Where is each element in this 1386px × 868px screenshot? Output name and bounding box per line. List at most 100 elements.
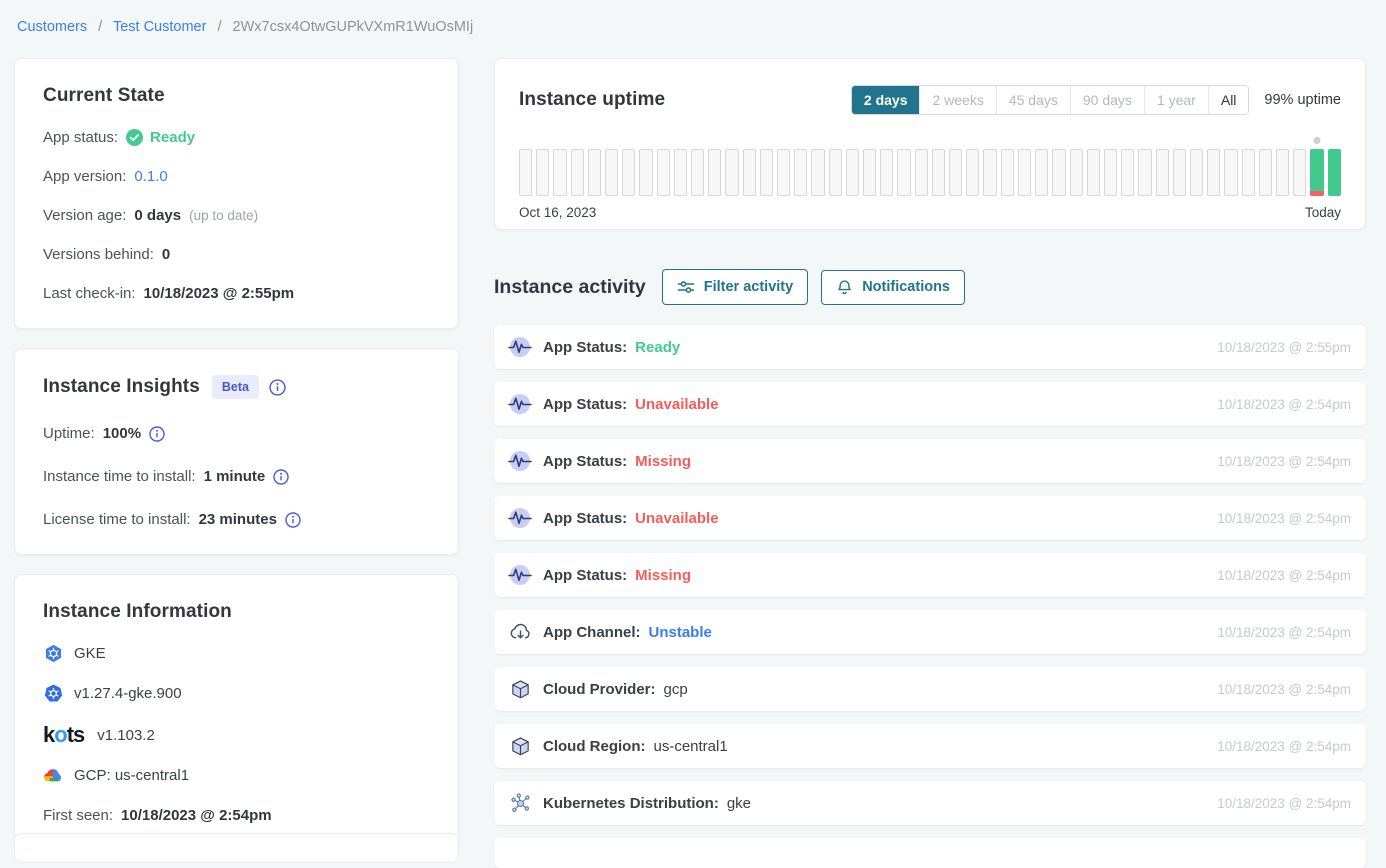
activity-row[interactable]: App Status: Unavailable 10/18/2023 @ 2:5… <box>494 382 1366 426</box>
range-2-days-button[interactable]: 2 days <box>852 86 921 114</box>
uptime-bar-no-data[interactable] <box>760 149 773 196</box>
breadcrumb-test-customer-link[interactable]: Test Customer <box>113 19 206 35</box>
activity-row-value: Ready <box>635 339 680 356</box>
kots-logo-o: o <box>54 722 66 747</box>
uptime-bar-no-data[interactable] <box>777 149 790 196</box>
activity-row[interactable]: Cloud Provider: gcp 10/18/2023 @ 2:54pm <box>494 667 1366 711</box>
uptime-bar-no-data[interactable] <box>639 149 652 196</box>
uptime-bar-no-data[interactable] <box>863 149 876 196</box>
uptime-bar-no-data[interactable] <box>1190 149 1203 196</box>
uptime-bar-no-data[interactable] <box>588 149 601 196</box>
uptime-bar-no-data[interactable] <box>1018 149 1031 196</box>
uptime-bar-no-data[interactable] <box>691 149 704 196</box>
uptime-bar-no-data[interactable] <box>1259 149 1272 196</box>
info-icon[interactable] <box>285 512 301 528</box>
uptime-bar-no-data[interactable] <box>983 149 996 196</box>
uptime-bar-no-data[interactable] <box>1224 149 1237 196</box>
activity-row[interactable]: App Status: Missing 10/18/2023 @ 2:54pm <box>494 553 1366 597</box>
uptime-bar-no-data[interactable] <box>1293 149 1306 196</box>
instance-tti-row: Instance time to install: 1 minute <box>43 468 430 485</box>
uptime-bar-no-data[interactable] <box>1242 149 1255 196</box>
range-1-year-button[interactable]: 1 year <box>1145 86 1209 114</box>
uptime-bar-no-data[interactable] <box>897 149 910 196</box>
instance-insights-title: Instance Insights <box>43 376 200 398</box>
uptime-bar-no-data[interactable] <box>519 149 532 196</box>
cluster-icon <box>506 792 534 815</box>
breadcrumb-customers-link[interactable]: Customers <box>17 19 87 35</box>
uptime-bar-no-data[interactable] <box>846 149 859 196</box>
first-seen-row: First seen: 10/18/2023 @ 2:54pm <box>43 807 430 824</box>
uptime-bar-no-data[interactable] <box>1173 149 1186 196</box>
uptime-bar-no-data[interactable] <box>571 149 584 196</box>
app-version-label: App version: <box>43 168 126 185</box>
info-icon[interactable] <box>149 426 165 442</box>
uptime-bar-no-data[interactable] <box>605 149 618 196</box>
range-90-days-button[interactable]: 90 days <box>1071 86 1145 114</box>
range-2-weeks-button[interactable]: 2 weeks <box>920 86 996 114</box>
uptime-bar-no-data[interactable] <box>1104 149 1117 196</box>
app-version-link[interactable]: 0.1.0 <box>134 168 167 185</box>
range-all-button[interactable]: All <box>1209 86 1249 114</box>
uptime-bar-no-data[interactable] <box>794 149 807 196</box>
uptime-bar-no-data[interactable] <box>915 149 928 196</box>
uptime-bar-no-data[interactable] <box>811 149 824 196</box>
uptime-bar-no-data[interactable] <box>1001 149 1014 196</box>
uptime-bar-no-data[interactable] <box>536 149 549 196</box>
uptime-bar-no-data[interactable] <box>553 149 566 196</box>
uptime-bar-up-with-downtime[interactable] <box>1310 149 1323 196</box>
uptime-bar-no-data[interactable] <box>1035 149 1048 196</box>
uptime-bar-up[interactable] <box>1328 149 1341 196</box>
uptime-bar-no-data[interactable] <box>622 149 635 196</box>
last-checkin-label: Last check-in: <box>43 285 136 302</box>
activity-row-label: App Status: <box>543 453 627 470</box>
uptime-bar-no-data[interactable] <box>1138 149 1151 196</box>
pulse-icon <box>506 391 534 417</box>
activity-list: App Status: Ready 10/18/2023 @ 2:55pm Ap… <box>494 325 1366 868</box>
kots-version-row: kots v1.103.2 <box>43 724 430 746</box>
uptime-bar-no-data[interactable] <box>880 149 893 196</box>
breadcrumb-instance-id: 2Wx7csx4OtwGUPkVXmR1WuOsMIj <box>233 19 474 35</box>
uptime-bar-no-data[interactable] <box>1121 149 1134 196</box>
activity-row[interactable]: App Status: Unavailable 10/18/2023 @ 2:5… <box>494 496 1366 540</box>
uptime-insight-row: Uptime: 100% <box>43 425 430 442</box>
activity-row[interactable]: App Channel: Unstable 10/18/2023 @ 2:54p… <box>494 610 1366 654</box>
notifications-button[interactable]: Notifications <box>821 270 965 305</box>
activity-row[interactable]: Kubernetes Distribution: gke 10/18/2023 … <box>494 781 1366 825</box>
activity-row-timestamp: 10/18/2023 @ 2:54pm <box>1217 625 1351 640</box>
package-icon <box>506 735 534 758</box>
filter-activity-button[interactable]: Filter activity <box>662 269 808 305</box>
uptime-bar-no-data[interactable] <box>1156 149 1169 196</box>
activity-row-label: App Status: <box>543 396 627 413</box>
uptime-bar-chart[interactable] <box>519 149 1341 196</box>
range-45-days-button[interactable]: 45 days <box>997 86 1071 114</box>
version-age-row: Version age: 0 days (up to date) <box>43 207 430 224</box>
uptime-bar-no-data[interactable] <box>1070 149 1083 196</box>
activity-row[interactable]: App Status: Missing 10/18/2023 @ 2:54pm <box>494 439 1366 483</box>
breadcrumb-separator: / <box>217 19 221 35</box>
uptime-bar-no-data[interactable] <box>674 149 687 196</box>
uptime-bar-no-data[interactable] <box>949 149 962 196</box>
activity-header: Instance activity Filter activity Notifi… <box>494 269 965 305</box>
uptime-bar-no-data[interactable] <box>1276 149 1289 196</box>
uptime-bar-no-data[interactable] <box>966 149 979 196</box>
activity-row-timestamp: 10/18/2023 @ 2:54pm <box>1217 397 1351 412</box>
activity-row[interactable]: App Status: Ready 10/18/2023 @ 2:55pm <box>494 325 1366 369</box>
uptime-bar-no-data[interactable] <box>725 149 738 196</box>
uptime-bar-no-data[interactable] <box>1087 149 1100 196</box>
instance-information-title: Instance Information <box>43 601 430 623</box>
cloud-location: GCP: us-central1 <box>74 767 189 784</box>
info-icon[interactable] <box>273 469 289 485</box>
uptime-bar-no-data[interactable] <box>829 149 842 196</box>
instance-insights-card: Instance Insights Beta Uptime: 100% Inst… <box>14 348 459 555</box>
uptime-bar-no-data[interactable] <box>708 149 721 196</box>
activity-row-value: gcp <box>664 681 688 698</box>
activity-row[interactable]: Cloud Region: us-central1 10/18/2023 @ 2… <box>494 724 1366 768</box>
kubernetes-version-row: v1.27.4-gke.900 <box>43 684 430 703</box>
info-icon[interactable] <box>269 379 286 396</box>
uptime-bar-no-data[interactable] <box>1207 149 1220 196</box>
uptime-bar-no-data[interactable] <box>932 149 945 196</box>
uptime-bar-no-data[interactable] <box>743 149 756 196</box>
kots-logo: kots <box>43 724 84 746</box>
uptime-bar-no-data[interactable] <box>657 149 670 196</box>
uptime-bar-no-data[interactable] <box>1052 149 1065 196</box>
